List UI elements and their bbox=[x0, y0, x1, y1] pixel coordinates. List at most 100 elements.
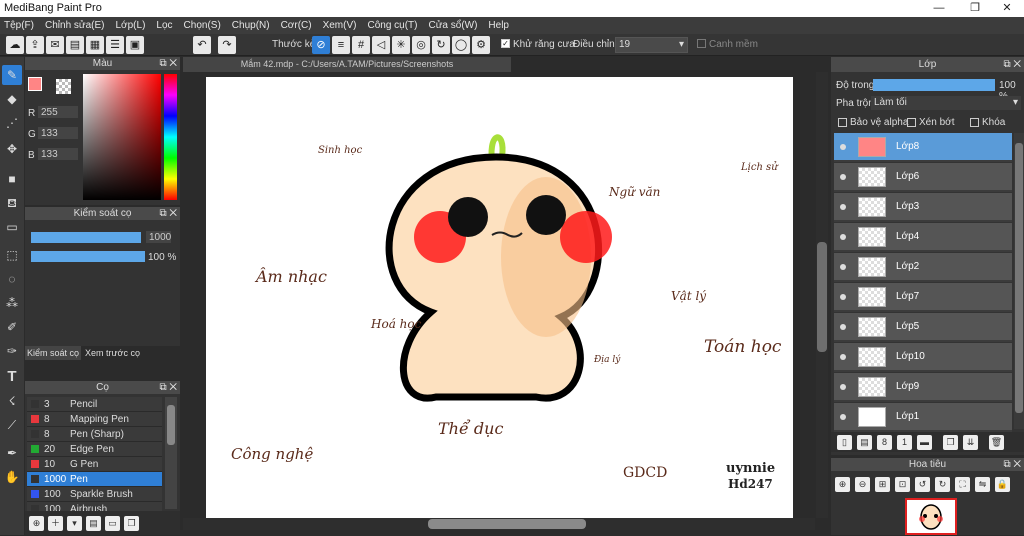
menu-view[interactable]: Xem(V) bbox=[323, 20, 357, 31]
duplicate-layer-icon[interactable]: ❐ bbox=[943, 434, 958, 450]
layer-row[interactable]: Lớp1 bbox=[834, 403, 1012, 432]
concentric-icon[interactable]: ◎ bbox=[412, 36, 430, 54]
brush-copy-icon[interactable]: ❐ bbox=[124, 515, 139, 531]
gradient-tool-icon[interactable]: ▭ bbox=[2, 217, 22, 237]
brush-item[interactable]: 100 Sparkle Brush bbox=[27, 487, 162, 502]
new-layer-icon[interactable]: ▯ bbox=[837, 434, 852, 450]
new-8bit-layer-icon[interactable]: 8 bbox=[877, 434, 892, 450]
navigator-preview[interactable] bbox=[905, 498, 957, 535]
brush-menu-icon[interactable]: ▾ bbox=[67, 515, 82, 531]
visibility-icon[interactable] bbox=[840, 323, 846, 330]
dot-tool-icon[interactable]: ⋰ bbox=[2, 113, 22, 133]
lasso-tool-icon[interactable]: ◌ bbox=[2, 269, 22, 289]
close-icon[interactable]: ⧉ ✕ bbox=[1003, 458, 1021, 471]
ellipse-ruler-icon[interactable]: ◯ bbox=[452, 36, 470, 54]
close-icon[interactable]: ⧉ ✕ bbox=[159, 57, 177, 70]
protect-alpha-checkbox[interactable] bbox=[838, 118, 847, 127]
correction-select[interactable]: 19 ▾ bbox=[615, 37, 688, 53]
menu-tools[interactable]: Công cụ(T) bbox=[367, 20, 417, 31]
operation-tool-icon[interactable]: ☇ bbox=[2, 391, 22, 411]
brush-item[interactable]: 3 Pencil bbox=[27, 397, 162, 412]
menu-select[interactable]: Chọn(S) bbox=[184, 20, 221, 31]
g-input[interactable]: 133 bbox=[37, 126, 79, 140]
redo-icon[interactable]: ↷ bbox=[218, 36, 236, 54]
zoom-fit-icon[interactable]: ⊞ bbox=[875, 477, 890, 492]
horizontal-scroll-thumb[interactable] bbox=[428, 519, 586, 529]
add-brush-icon[interactable]: ⊕ bbox=[29, 515, 44, 531]
brush-file-icon[interactable]: ▤ bbox=[86, 515, 101, 531]
brush-item[interactable]: 1000 Pen bbox=[27, 472, 162, 487]
brush-size-slider[interactable] bbox=[31, 232, 141, 243]
lock-view-icon[interactable]: 🔒 bbox=[995, 477, 1010, 492]
layer-row[interactable]: Lớp3 bbox=[834, 193, 1012, 222]
lock-checkbox[interactable] bbox=[970, 118, 979, 127]
comic-icon[interactable]: ▤ bbox=[66, 36, 84, 54]
visibility-icon[interactable] bbox=[840, 233, 846, 240]
brush-opacity-slider[interactable] bbox=[31, 251, 145, 262]
menu-filter[interactable]: Lọc bbox=[156, 20, 172, 31]
menu-help[interactable]: Help bbox=[488, 20, 509, 31]
layer-opacity-slider[interactable] bbox=[873, 79, 995, 91]
layer-row[interactable]: Lớp6 bbox=[834, 163, 1012, 192]
radial-icon[interactable]: ✳ bbox=[392, 36, 410, 54]
r-input[interactable]: 255 bbox=[37, 105, 79, 119]
curve-ruler-icon[interactable]: ↻ bbox=[432, 36, 450, 54]
new-folder-icon[interactable]: ▬ bbox=[917, 434, 932, 450]
close-icon[interactable]: ⧉ ✕ bbox=[159, 381, 177, 394]
layer-row[interactable]: Lớp5 bbox=[834, 313, 1012, 342]
magic-wand-icon[interactable]: ⁂ bbox=[2, 293, 22, 313]
text-tool-icon[interactable]: T bbox=[2, 367, 22, 387]
move-tool-icon[interactable]: ✥ bbox=[2, 139, 22, 159]
grid-ruler-icon[interactable]: # bbox=[352, 36, 370, 54]
parallel-ruler-icon[interactable]: ≡ bbox=[332, 36, 350, 54]
menu-edit[interactable]: Chỉnh sửa(E) bbox=[45, 20, 105, 31]
fill-tool-icon[interactable]: ⛾ bbox=[2, 193, 22, 213]
layer-scroll-thumb[interactable] bbox=[1015, 143, 1023, 413]
page-icon[interactable]: ▦ bbox=[86, 36, 104, 54]
rectangle-tool-icon[interactable]: ■ bbox=[2, 169, 22, 189]
undo-icon[interactable]: ↶ bbox=[193, 36, 211, 54]
layer-row[interactable]: Lớp2 bbox=[834, 253, 1012, 282]
grid-icon[interactable]: ▣ bbox=[126, 36, 144, 54]
layer-row[interactable]: Lớp10 bbox=[834, 343, 1012, 372]
brush-scrollbar[interactable] bbox=[165, 397, 177, 509]
hand-tool-icon[interactable]: ✋ bbox=[2, 467, 22, 487]
menu-snap[interactable]: Chụp(N) bbox=[232, 20, 270, 31]
cloud-icon[interactable]: ☁ bbox=[6, 36, 24, 54]
brush-folder-icon[interactable]: ▭ bbox=[105, 515, 120, 531]
fit-screen-icon[interactable]: ⛶ bbox=[955, 477, 970, 492]
close-icon[interactable]: ⧉ ✕ bbox=[159, 207, 177, 220]
zoom-in-icon[interactable]: ⊕ bbox=[835, 477, 850, 492]
clipping-checkbox[interactable] bbox=[907, 118, 916, 127]
brush-item[interactable]: 10 G Pen bbox=[27, 457, 162, 472]
minimize-button[interactable]: — bbox=[922, 0, 956, 17]
hue-slider[interactable] bbox=[164, 74, 177, 200]
brush-item[interactable]: 20 Edge Pen bbox=[27, 442, 162, 457]
visibility-icon[interactable] bbox=[840, 203, 846, 210]
brush-scroll-thumb[interactable] bbox=[167, 405, 175, 445]
upload-icon[interactable]: ⇪ bbox=[26, 36, 44, 54]
tab-brush-control[interactable]: Kiểm soát cọ bbox=[25, 346, 82, 360]
drawing-canvas[interactable]: Sinh học Ngữ văn Lịch sử Âm nhạc Vật lý … bbox=[206, 77, 793, 518]
b-input[interactable]: 133 bbox=[37, 147, 79, 161]
menu-file[interactable]: Tệp(F) bbox=[4, 20, 34, 31]
merge-layer-icon[interactable]: ⇊ bbox=[963, 434, 978, 450]
new-halftone-layer-icon[interactable]: ▤ bbox=[857, 434, 872, 450]
zoom-actual-icon[interactable]: ⊡ bbox=[895, 477, 910, 492]
new-1bit-layer-icon[interactable]: 1 bbox=[897, 434, 912, 450]
visibility-icon[interactable] bbox=[840, 263, 846, 270]
brush-item[interactable]: 8 Mapping Pen bbox=[27, 412, 162, 427]
layer-row[interactable]: Lớp8 bbox=[834, 133, 1012, 162]
brush-item[interactable]: 8 Pen (Sharp) bbox=[27, 427, 162, 442]
saturation-value-picker[interactable] bbox=[83, 74, 161, 200]
settings-icon[interactable]: ⚙ bbox=[472, 36, 490, 54]
ruler-off-icon[interactable]: ⊘ bbox=[312, 36, 330, 54]
layer-scrollbar[interactable] bbox=[1014, 133, 1024, 429]
maximize-button[interactable]: ❐ bbox=[958, 0, 992, 17]
divide-tool-icon[interactable]: ⟋ bbox=[2, 415, 22, 435]
visibility-icon[interactable] bbox=[840, 413, 846, 420]
rotate-left-icon[interactable]: ↺ bbox=[915, 477, 930, 492]
flip-icon[interactable]: ⇋ bbox=[975, 477, 990, 492]
close-button[interactable]: ✕ bbox=[990, 0, 1024, 17]
select-eraser-icon[interactable]: ✑ bbox=[2, 341, 22, 361]
